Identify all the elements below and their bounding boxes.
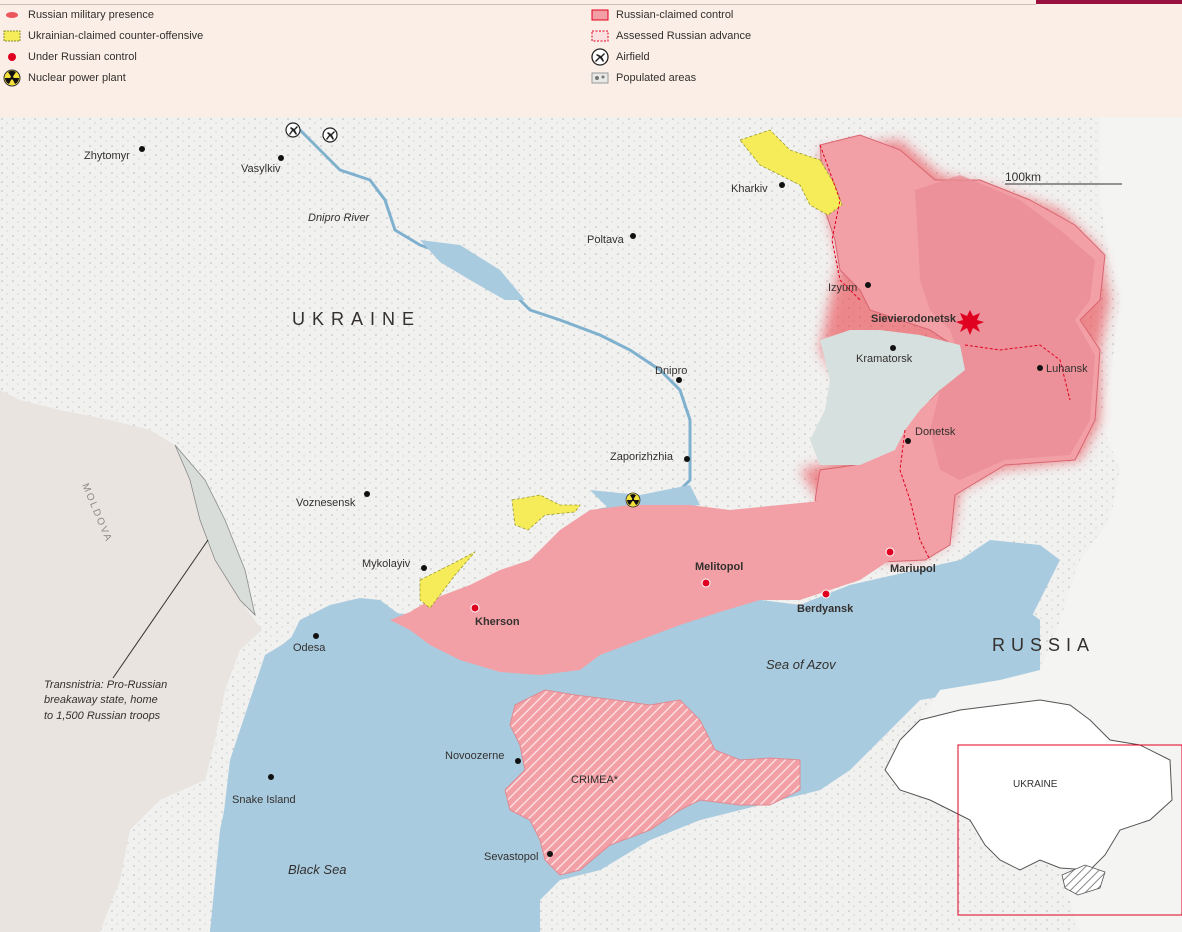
city-label-sevastopol: Sevastopol [484,851,538,863]
city-label-luhansk: Luhansk [1046,363,1088,375]
city-dot [684,456,690,462]
russian-claimed-swatch [590,7,610,23]
city-dot-red [701,578,711,588]
nuclear-icon [2,69,22,87]
inset-label: UKRAINE [1013,779,1058,790]
city-label-snake-island: Snake Island [232,794,296,806]
city-label-mykolayiv: Mykolayiv [362,558,411,570]
country-label-russia: RUSSIA [992,635,1095,655]
airfield-icon [285,122,301,138]
counter-offensive-swatch [2,28,22,44]
crimea-label: CRIMEA* [571,774,619,786]
city-dot [676,377,682,383]
city-dot-red [821,589,831,599]
city-label-kherson: Kherson [475,616,520,628]
city-label-poltava: Poltava [587,234,625,246]
legend-label: Russian military presence [28,9,154,21]
city-label-zaporizhzhia: Zaporizhzhia [610,451,674,463]
country-label-ukraine: UKRAINE [292,309,421,329]
city-dot [630,233,636,239]
city-label-mariupol: Mariupol [890,563,936,575]
city-label-zhytomyr: Zhytomyr [84,150,130,162]
river-label: Dnipro River [308,212,370,224]
city-label-voznesensk: Voznesensk [296,497,356,509]
scale-label: 100km [1005,170,1041,184]
legend-item-russian-claimed: Russian-claimed control [590,6,733,24]
red-dot-swatch [2,49,22,65]
legend-item-russian-military-presence: Russian military presence [2,6,154,24]
legend-item-counter-offensive: Ukrainian-claimed counter-offensive [2,27,203,45]
city-label-vasylkiv: Vasylkiv [241,163,281,175]
transnistria-note: Transnistria: Pro-Russian breakaway stat… [44,679,170,722]
city-label-sievierodonetsk: Sievierodonetsk [871,313,957,325]
city-dot [515,758,521,764]
city-dot [139,146,145,152]
legend-label: Russian-claimed control [616,9,734,21]
ukraine-map: 100km UKRAINE UKRAINE RUSSIA MOLDOVA Dni… [0,117,1182,932]
legend-label: Assessed Russian advance [616,30,752,42]
legend-label: Under Russian control [28,51,137,63]
legend-label: Nuclear power plant [28,72,126,84]
city-dot [779,182,785,188]
legend-label: Populated areas [616,72,697,84]
legend-item-under-russian-control: Under Russian control [2,48,137,66]
legend-item-nuclear-plant: Nuclear power plant [2,69,126,87]
city-dot [421,565,427,571]
city-dot [364,491,370,497]
city-dot [905,438,911,444]
city-label-melitopol: Melitopol [695,561,743,573]
city-dot [1037,365,1043,371]
city-dot-red [470,603,480,613]
legend-item-airfield: Airfield [590,48,650,66]
city-dot [890,345,896,351]
city-dot [268,774,274,780]
city-dot [278,155,284,161]
city-dot [547,851,553,857]
legend-label: Ukrainian-claimed counter-offensive [28,30,204,42]
city-dot-red [885,547,895,557]
city-label-odesa: Odesa [293,642,326,654]
populated-swatch [590,70,610,86]
city-label-kramatorsk: Kramatorsk [856,353,913,365]
city-label-dnipro: Dnipro [655,365,687,377]
header-accent [1036,0,1182,4]
map-legend: Russian military presence Ukrainian-clai… [0,0,1182,117]
sea-label-black-sea: Black Sea [288,862,347,877]
nuclear-icon [625,492,641,508]
legend-label: Airfield [616,51,650,63]
assessed-advance-swatch [590,28,610,44]
legend-item-populated-areas: Populated areas [590,69,696,87]
city-dot [313,633,319,639]
city-label-izyum: Izyum [828,282,857,294]
city-label-kharkiv: Kharkiv [731,183,768,195]
city-label-novoozerne: Novoozerne [445,750,504,762]
city-label-donetsk: Donetsk [915,426,956,438]
sea-label-azov: Sea of Azov [766,657,837,672]
city-dot [865,282,871,288]
airfield-icon [590,48,610,66]
airfield-icon [322,127,338,143]
city-label-berdyansk: Berdyansk [797,603,854,615]
russian-presence-swatch [2,7,22,23]
legend-item-assessed-advance: Assessed Russian advance [590,27,751,45]
header-rule [0,0,1036,5]
